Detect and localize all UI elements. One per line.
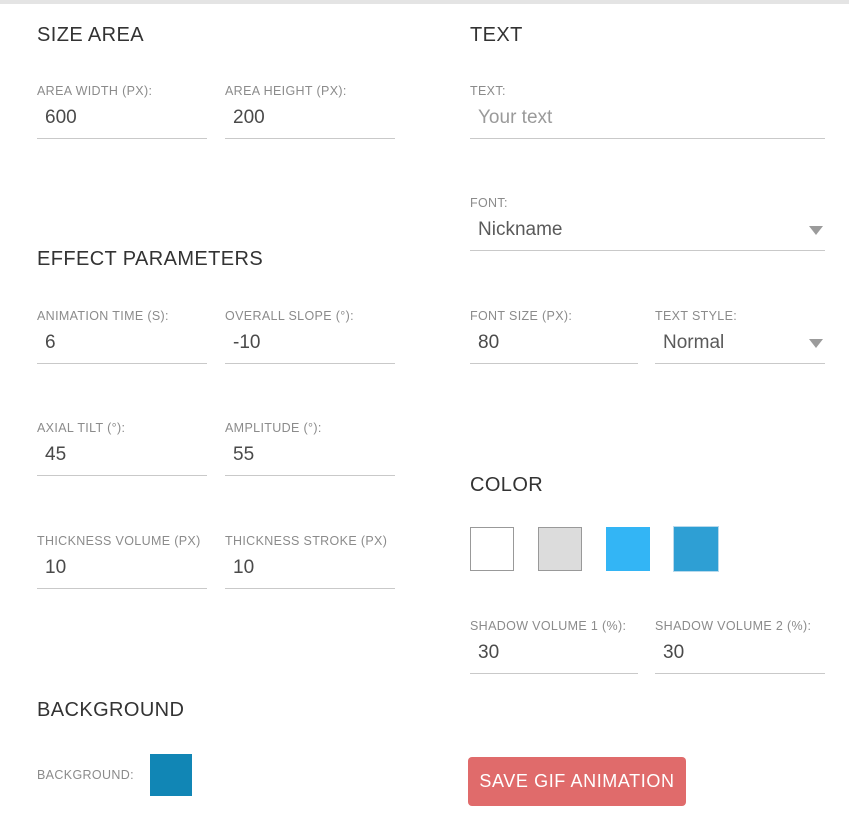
background-color-row: BACKGROUND: bbox=[37, 754, 192, 796]
field-font: FONT: Nickname bbox=[470, 196, 825, 251]
field-label-axial-tilt: AXIAL TILT (°): bbox=[37, 421, 126, 435]
area-height-input[interactable] bbox=[225, 107, 395, 139]
font-select-value: Nickname bbox=[470, 219, 825, 251]
field-text-style: TEXT STYLE: Normal bbox=[655, 309, 825, 364]
text-style-select[interactable]: Normal bbox=[655, 332, 825, 364]
field-animation-time: ANIMATION TIME (S): bbox=[37, 309, 207, 364]
field-thickness-volume: THICKNESS VOLUME (PX) bbox=[37, 534, 207, 589]
field-label-shadow-volume-2: SHADOW VOLUME 2 (%): bbox=[655, 619, 812, 633]
field-amplitude: AMPLITUDE (°): bbox=[225, 421, 395, 476]
background-color-label: BACKGROUND: bbox=[37, 768, 134, 782]
color-swatch-medium-blue[interactable] bbox=[674, 527, 718, 571]
field-label-animation-time: ANIMATION TIME (S): bbox=[37, 309, 169, 323]
section-title-color: COLOR bbox=[470, 474, 544, 496]
color-swatch-bright-blue[interactable] bbox=[606, 527, 650, 571]
area-width-input[interactable] bbox=[37, 107, 207, 139]
shadow-volume-2-input[interactable] bbox=[655, 642, 825, 674]
color-swatch-row bbox=[470, 527, 742, 571]
color-swatch-light-gray[interactable] bbox=[538, 527, 582, 571]
field-label-font: FONT: bbox=[470, 196, 508, 210]
font-size-input[interactable] bbox=[470, 332, 638, 364]
section-title-effect-parameters: EFFECT PARAMETERS bbox=[37, 248, 264, 270]
field-text: TEXT: bbox=[470, 84, 825, 139]
field-label-area-width: AREA WIDTH (PX): bbox=[37, 84, 153, 98]
thickness-volume-input[interactable] bbox=[37, 557, 207, 589]
field-shadow-volume-1: SHADOW VOLUME 1 (%): bbox=[470, 619, 638, 674]
chevron-down-icon bbox=[809, 339, 823, 348]
field-label-amplitude: AMPLITUDE (°): bbox=[225, 421, 322, 435]
field-thickness-stroke: THICKNESS STROKE (PX) bbox=[225, 534, 395, 589]
field-area-width: AREA WIDTH (PX): bbox=[37, 84, 207, 139]
field-label-text-style: TEXT STYLE: bbox=[655, 309, 738, 323]
field-label-font-size: FONT SIZE (PX): bbox=[470, 309, 573, 323]
field-label-area-height: AREA HEIGHT (PX): bbox=[225, 84, 347, 98]
section-title-background: BACKGROUND bbox=[37, 699, 185, 721]
chevron-down-icon bbox=[809, 226, 823, 235]
text-input[interactable] bbox=[470, 107, 825, 139]
field-label-thickness-stroke: THICKNESS STROKE (PX) bbox=[225, 534, 388, 548]
field-label-text: TEXT: bbox=[470, 84, 506, 98]
left-settings-column: SIZE AREA AREA WIDTH (PX): AREA HEIGHT (… bbox=[0, 4, 440, 822]
text-style-select-value: Normal bbox=[655, 332, 825, 364]
shadow-volume-1-input[interactable] bbox=[470, 642, 638, 674]
save-gif-animation-button[interactable]: SAVE GIF ANIMATION bbox=[468, 757, 686, 806]
field-area-height: AREA HEIGHT (PX): bbox=[225, 84, 395, 139]
right-settings-column: TEXT TEXT: FONT: Nickname FONT SIZE (PX)… bbox=[440, 4, 849, 822]
field-label-overall-slope: OVERALL SLOPE (°): bbox=[225, 309, 354, 323]
field-shadow-volume-2: SHADOW VOLUME 2 (%): bbox=[655, 619, 825, 674]
field-label-thickness-volume: THICKNESS VOLUME (PX) bbox=[37, 534, 201, 548]
field-label-shadow-volume-1: SHADOW VOLUME 1 (%): bbox=[470, 619, 627, 633]
background-color-swatch[interactable] bbox=[149, 754, 192, 796]
thickness-stroke-input[interactable] bbox=[225, 557, 395, 589]
overall-slope-input[interactable] bbox=[225, 332, 395, 364]
axial-tilt-input[interactable] bbox=[37, 444, 207, 476]
section-title-text: TEXT bbox=[470, 24, 523, 46]
animation-time-input[interactable] bbox=[37, 332, 207, 364]
field-axial-tilt: AXIAL TILT (°): bbox=[37, 421, 207, 476]
field-overall-slope: OVERALL SLOPE (°): bbox=[225, 309, 395, 364]
font-select[interactable]: Nickname bbox=[470, 219, 825, 251]
amplitude-input[interactable] bbox=[225, 444, 395, 476]
field-font-size: FONT SIZE (PX): bbox=[470, 309, 638, 364]
settings-page: SIZE AREA AREA WIDTH (PX): AREA HEIGHT (… bbox=[0, 4, 849, 822]
section-title-size-area: SIZE AREA bbox=[37, 24, 144, 46]
color-swatch-white[interactable] bbox=[470, 527, 514, 571]
